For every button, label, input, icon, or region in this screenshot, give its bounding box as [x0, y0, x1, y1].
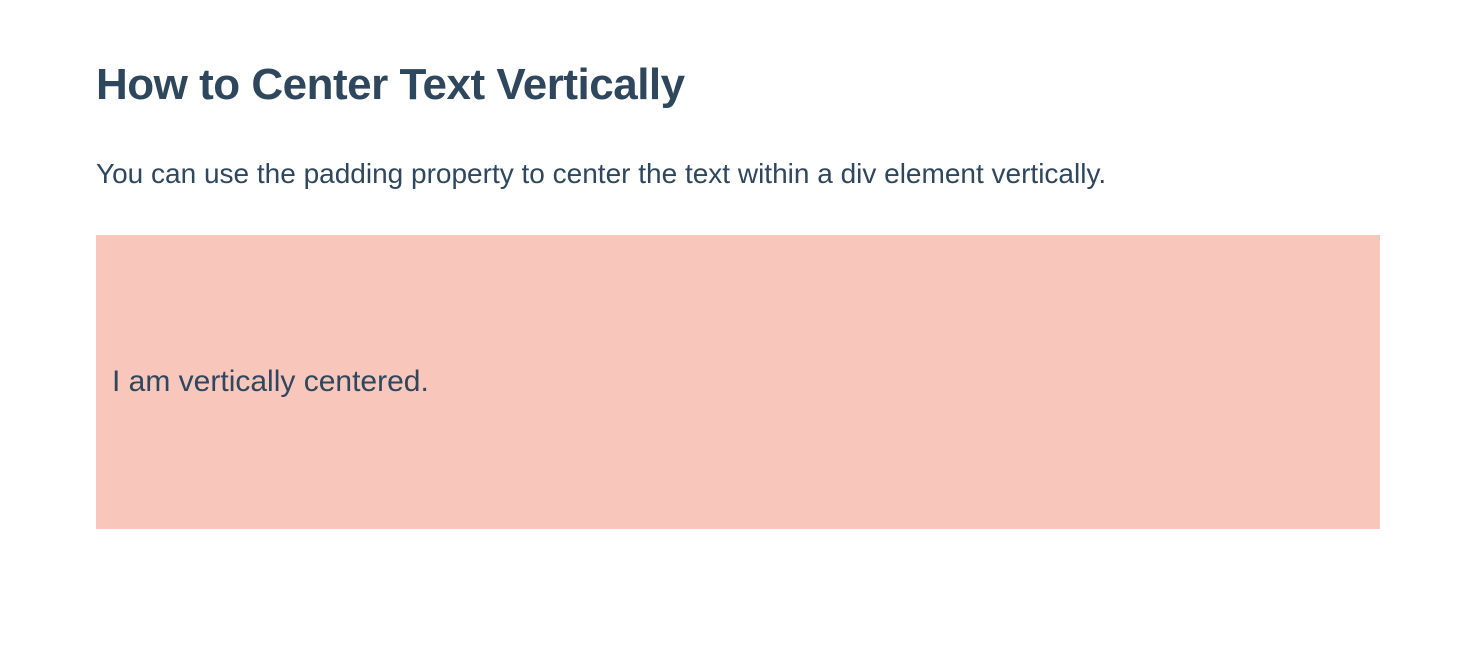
demo-text: I am vertically centered.	[112, 365, 429, 398]
demo-box: I am vertically centered.	[96, 235, 1380, 529]
description-text: You can use the padding property to cent…	[96, 154, 1196, 195]
page-title: How to Center Text Vertically	[96, 60, 1380, 110]
